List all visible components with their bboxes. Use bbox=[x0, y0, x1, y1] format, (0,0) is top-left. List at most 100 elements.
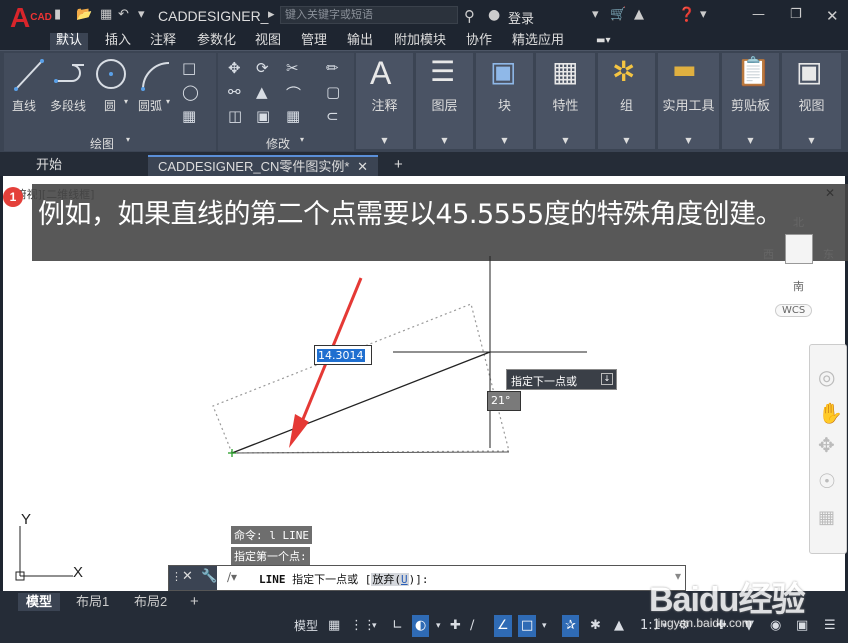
command-close-icon[interactable]: ✕ bbox=[182, 569, 193, 584]
login-link[interactable]: 登录 bbox=[508, 8, 534, 27]
line-tool-icon[interactable] bbox=[14, 59, 44, 91]
polyline-tool-icon[interactable] bbox=[54, 59, 90, 91]
restore-icon[interactable]: ❐ bbox=[790, 7, 802, 22]
tab-output[interactable]: 输出 bbox=[341, 33, 379, 50]
model-space-toggle[interactable]: 模型 bbox=[294, 615, 318, 637]
grip-handle-icon[interactable]: ⋮ bbox=[171, 570, 182, 583]
tab-drawing[interactable]: CADDESIGNER_CN零件图实例* ✕ bbox=[148, 155, 378, 176]
offset-icon[interactable]: ⊂ bbox=[326, 107, 339, 125]
polar-dropdown-icon[interactable]: ▾ bbox=[436, 615, 441, 637]
login-dropdown-icon[interactable]: ▾ bbox=[592, 7, 599, 22]
tab-start[interactable]: 开始 bbox=[26, 155, 72, 176]
arc-dropdown-icon[interactable]: ▾ bbox=[166, 97, 170, 106]
compass-west[interactable]: 西 bbox=[763, 246, 774, 262]
arc-tool-icon[interactable] bbox=[140, 59, 172, 91]
polar-tracking-icon[interactable]: ◐ bbox=[412, 615, 430, 637]
annotation-autoscale-icon[interactable]: ✱ bbox=[590, 615, 601, 637]
pan-hand-icon[interactable]: ✋ bbox=[818, 401, 843, 425]
help-dropdown-icon[interactable]: ▾ bbox=[700, 7, 707, 22]
layers-button[interactable]: ☰ 图层 ▼ bbox=[416, 53, 474, 149]
gradient-icon[interactable]: ▦ bbox=[182, 107, 196, 125]
utilities-button[interactable]: ▬ 实用工具 ▼ bbox=[658, 53, 720, 149]
close-icon[interactable]: ✕ bbox=[826, 7, 839, 25]
explode-icon[interactable]: ▢ bbox=[326, 83, 340, 101]
zoom-extents-icon[interactable]: ✥ bbox=[818, 433, 835, 457]
tab-parametric[interactable]: 参数化 bbox=[191, 33, 242, 50]
customize-wrench-icon[interactable]: 🔧 bbox=[201, 569, 217, 584]
grid-icon[interactable]: ▦ bbox=[328, 615, 340, 637]
view-button[interactable]: ▣ 视图 ▼ bbox=[782, 53, 842, 149]
ucs-dropdown[interactable]: WCS bbox=[775, 304, 813, 317]
object-snap-icon[interactable]: ∠ bbox=[494, 615, 512, 637]
block-button[interactable]: ▣ 块 ▼ bbox=[476, 53, 534, 149]
app-logo[interactable]: ACAD bbox=[10, 4, 52, 32]
orbit-icon[interactable]: ☉ bbox=[818, 469, 836, 493]
draw-panel-title[interactable]: 绘图 bbox=[90, 135, 114, 152]
circle-tool-label[interactable]: 圆 bbox=[104, 97, 116, 114]
minimize-icon[interactable]: — bbox=[752, 7, 765, 22]
undo-icon[interactable]: ↶ bbox=[118, 7, 129, 22]
ortho-icon[interactable]: ∟ bbox=[392, 615, 403, 637]
command-icon[interactable]: ∕▾ bbox=[227, 570, 237, 584]
stretch-icon[interactable]: ◫ bbox=[228, 107, 242, 125]
annotation-visibility-icon[interactable]: ✰ bbox=[562, 615, 579, 637]
viewcube-face[interactable] bbox=[785, 234, 813, 264]
draw-panel-dropdown-icon[interactable]: ▾ bbox=[126, 135, 130, 144]
array-icon[interactable]: ▦ bbox=[286, 107, 300, 125]
drawing-canvas[interactable]: ][俯视][二维线框] 例如，如果直线的第二个点需要以45.5555度的特殊角度… bbox=[0, 176, 848, 591]
search-icon[interactable]: ⚲ bbox=[464, 7, 475, 25]
scale-icon[interactable]: ▣ bbox=[256, 107, 270, 125]
erase-icon[interactable]: ✏ bbox=[326, 59, 339, 77]
tab-layout2[interactable]: 布局2 bbox=[126, 593, 175, 611]
add-layout-icon[interactable]: + bbox=[182, 593, 207, 611]
showmotion-icon[interactable]: ▦ bbox=[818, 507, 835, 528]
snap-dropdown-icon[interactable]: ▾ bbox=[372, 615, 377, 637]
polyline-tool-label[interactable]: 多段线 bbox=[50, 97, 86, 114]
group-button[interactable]: ✲ 组 ▼ bbox=[598, 53, 656, 149]
save-icon[interactable]: ▦ bbox=[100, 7, 112, 22]
help-icon[interactable]: ❓ bbox=[678, 7, 695, 23]
rectangle-icon[interactable]: □ bbox=[182, 59, 196, 77]
tab-annotate[interactable]: 注释 bbox=[144, 33, 182, 50]
tab-view[interactable]: 视图 bbox=[249, 33, 287, 50]
compass-north[interactable]: 北 bbox=[793, 214, 804, 230]
trim-icon[interactable]: ✂ bbox=[286, 59, 299, 77]
move-icon[interactable]: ✥ bbox=[228, 59, 241, 77]
command-line[interactable]: ⋮ ✕ 🔧 ∕▾ LINE 指定下一点或 [放弃(U)]: ▾ bbox=[168, 565, 686, 591]
tab-layout1[interactable]: 布局1 bbox=[68, 593, 117, 611]
tab-insert[interactable]: 插入 bbox=[99, 33, 137, 50]
clipboard-button[interactable]: 📋 剪贴板 ▼ bbox=[722, 53, 780, 149]
line-tool-label[interactable]: 直线 bbox=[12, 97, 36, 114]
annotate-button[interactable]: A 注释 ▼ bbox=[356, 53, 414, 149]
viewcube[interactable]: 北 西 东 南 WCS bbox=[761, 206, 837, 346]
annotation-scale-icon[interactable]: ▲ bbox=[614, 615, 624, 637]
user-icon[interactable]: ● bbox=[488, 7, 500, 23]
undo-option[interactable]: 放弃(U bbox=[371, 573, 409, 586]
dynamic-length-input[interactable]: 14.3014 bbox=[314, 345, 372, 365]
customization-menu-icon[interactable]: ☰ bbox=[824, 615, 836, 637]
mirror-icon[interactable]: ▲ bbox=[256, 83, 268, 101]
autodesk-icon[interactable]: ▲ bbox=[634, 7, 644, 22]
new-file-icon[interactable]: ▮ bbox=[54, 7, 61, 22]
search-input[interactable]: 键入关键字或短语 bbox=[280, 6, 458, 24]
ribbon-toggle-icon[interactable]: ▬▾ bbox=[590, 33, 616, 50]
title-chevron-icon[interactable]: ▸ bbox=[268, 7, 275, 22]
arc-tool-label[interactable]: 圆弧 bbox=[138, 97, 162, 114]
hatch-icon[interactable]: ◯ bbox=[182, 83, 199, 101]
tab-manage[interactable]: 管理 bbox=[295, 33, 333, 50]
object-snap-mode-icon[interactable]: □ bbox=[518, 615, 537, 637]
properties-button[interactable]: ▦ 特性 ▼ bbox=[536, 53, 596, 149]
compass-south[interactable]: 南 bbox=[793, 278, 804, 294]
tab-addins[interactable]: 附加模块 bbox=[388, 33, 452, 50]
tab-featured-apps[interactable]: 精选应用 bbox=[506, 33, 570, 50]
fillet-icon[interactable]: ⌒ bbox=[286, 83, 301, 104]
rotate-icon[interactable]: ⟳ bbox=[256, 59, 269, 77]
compass-east[interactable]: 东 bbox=[823, 246, 834, 262]
copy-icon[interactable]: ⚯ bbox=[228, 83, 241, 101]
tab-default[interactable]: 默认 bbox=[50, 33, 89, 50]
steering-wheel-icon[interactable]: ◎ bbox=[818, 365, 835, 389]
options-down-icon[interactable]: ↓ bbox=[601, 373, 613, 385]
cart-icon[interactable]: 🛒 bbox=[610, 7, 626, 22]
new-tab-icon[interactable]: + bbox=[384, 155, 413, 176]
osnap-dropdown-icon[interactable]: ▾ bbox=[542, 615, 547, 637]
